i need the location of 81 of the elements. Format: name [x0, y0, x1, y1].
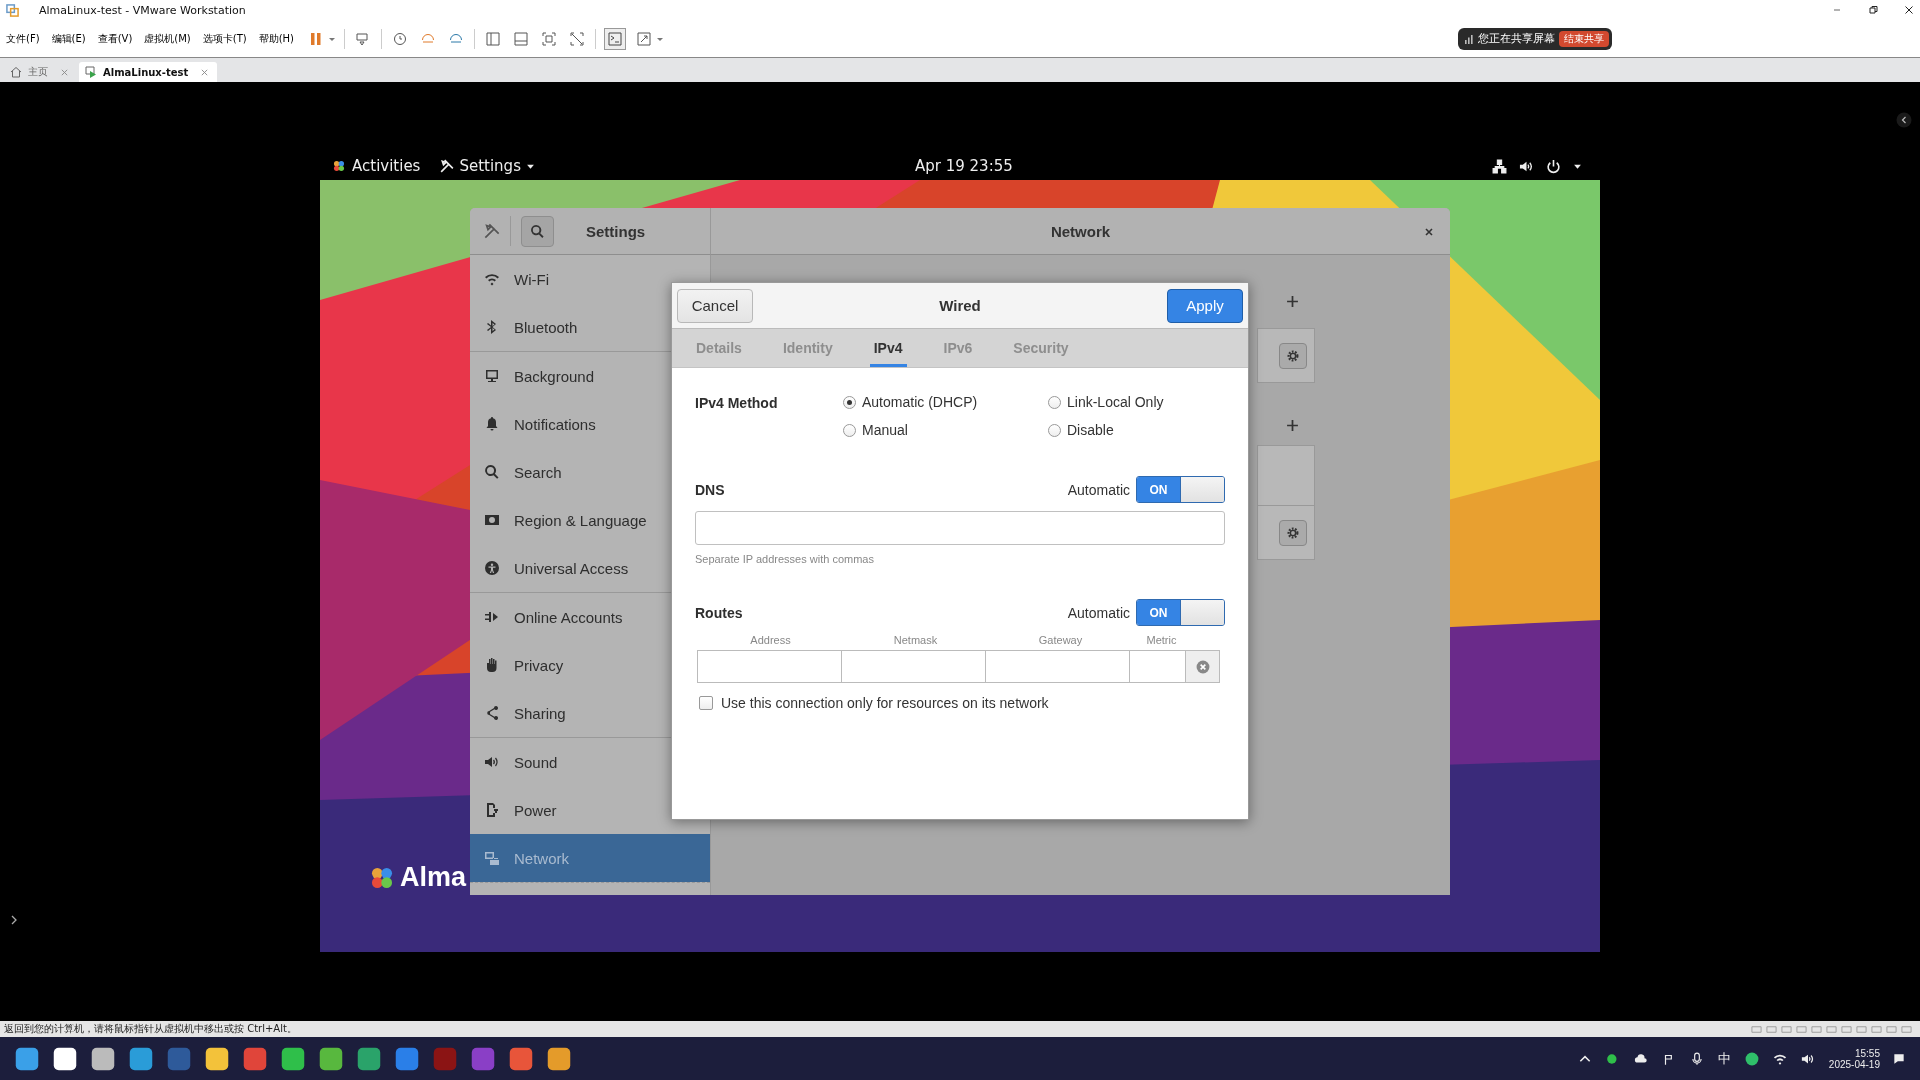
network-icon	[484, 850, 500, 866]
menu-item[interactable]: 编辑(E)	[51, 31, 86, 46]
route-input-field[interactable]	[1129, 650, 1186, 683]
checkbox-option[interactable]: Use this connection only for resources on its network	[695, 695, 1225, 711]
vm-icon	[85, 66, 97, 78]
route-input-field[interactable]	[841, 650, 986, 683]
radio-option[interactable]: Link-Local Only	[1048, 394, 1218, 410]
cancel-button[interactable]: Cancel	[677, 288, 753, 323]
vmware-logo-icon	[6, 3, 19, 17]
radio-option[interactable]: Manual	[843, 422, 1048, 438]
hand-icon	[484, 657, 500, 673]
settings-button[interactable]	[1279, 519, 1307, 546]
tools-icon[interactable]	[484, 223, 500, 239]
dns-input-field[interactable]	[695, 511, 1225, 545]
gear-icon	[1286, 525, 1300, 540]
panel-title: Network	[1050, 222, 1111, 240]
column-header: Netmask	[892, 634, 939, 646]
section-label: Routes	[695, 604, 743, 621]
add-icon[interactable]	[1286, 419, 1299, 432]
hint-text: Separate IP addresses with commas	[695, 553, 875, 565]
toggle-switch[interactable]: ON	[1136, 476, 1225, 503]
clock[interactable]: Apr 19 23:55	[915, 157, 1013, 175]
vm-tab[interactable]: AlmaLinux-test	[79, 62, 218, 82]
add-icon[interactable]	[1286, 295, 1299, 308]
clear-icon	[1195, 659, 1210, 674]
section-label: DNS	[695, 481, 725, 498]
power-icon[interactable]	[1546, 158, 1561, 174]
gear-icon	[1286, 348, 1300, 363]
menu-item[interactable]: 帮助(H)	[258, 31, 295, 46]
search-button[interactable]	[521, 215, 554, 247]
settings-button[interactable]	[1279, 342, 1307, 369]
signal-bars-icon	[1464, 33, 1474, 44]
menu-item[interactable]: 虚拟机(M)	[144, 31, 191, 46]
monitor-icon	[484, 368, 500, 384]
close-icon[interactable]	[1904, 5, 1914, 15]
window-title: AlmaLinux-test - VMware Workstation	[39, 3, 246, 17]
apply-button[interactable]: Apply	[1167, 288, 1243, 323]
chevron-right-icon[interactable]	[10, 914, 18, 926]
tools-icon	[440, 159, 455, 173]
chevron-left-icon[interactable]	[1896, 112, 1912, 128]
toggle-label: Automatic	[1067, 481, 1130, 498]
settings-title: Settings	[586, 222, 646, 240]
method-label: IPv4 Method	[695, 394, 779, 413]
restore-icon[interactable]	[1868, 5, 1878, 15]
column-header: Gateway	[1037, 634, 1084, 646]
console-icon[interactable]	[604, 27, 627, 50]
dialog-title: Wired	[939, 297, 981, 314]
almalinux-logo: Alma	[368, 862, 467, 893]
microphone-icon[interactable]	[1689, 1051, 1704, 1066]
menu-item[interactable]: 选项卡(T)	[202, 31, 247, 46]
menu-item[interactable]: 文件(F)	[6, 31, 40, 46]
activities-button[interactable]: Activities	[332, 157, 421, 175]
network-icon[interactable]	[1492, 158, 1507, 174]
person-icon	[484, 560, 500, 576]
stop-sharing-button[interactable]: 结束共享	[1559, 30, 1609, 47]
toggle-label: Automatic	[1067, 604, 1130, 621]
toggle-switch[interactable]: ON	[1136, 599, 1225, 626]
app-menu-button[interactable]: Settings	[440, 157, 535, 175]
cloud-icon[interactable]	[1633, 1051, 1648, 1066]
share-icon	[484, 705, 500, 721]
column-header: Address	[749, 634, 792, 646]
vm-tab[interactable]: 主页	[4, 62, 75, 82]
home-icon	[10, 66, 22, 78]
wifi-icon	[484, 271, 500, 287]
input-method-indicator[interactable]: 中	[1717, 1049, 1731, 1068]
route-input-field[interactable]	[985, 650, 1130, 683]
bell-icon	[484, 416, 500, 432]
route-input-field[interactable]	[697, 650, 842, 683]
delete-route-button[interactable]	[1185, 650, 1220, 683]
tab[interactable]: IPv4	[869, 329, 907, 367]
column-header: Metric	[1145, 634, 1178, 646]
flower-logo-icon	[332, 159, 346, 173]
share-status-text: 您正在共享屏幕	[1478, 31, 1555, 46]
close-icon[interactable]	[1424, 227, 1434, 237]
speaker-icon	[484, 754, 500, 770]
status-message: 返回到您的计算机，请将鼠标指针从虚拟机中移出或按 Ctrl+Alt。	[4, 1022, 297, 1036]
radio-option[interactable]: Automatic (DHCP)	[843, 394, 1048, 410]
notification-icon[interactable]	[1892, 1051, 1906, 1066]
radio-option[interactable]: Disable	[1048, 422, 1218, 438]
taskbar-clock[interactable]: 15:55 2025-04-19	[1828, 1047, 1880, 1070]
menu-item[interactable]: 查看(V)	[97, 31, 133, 46]
